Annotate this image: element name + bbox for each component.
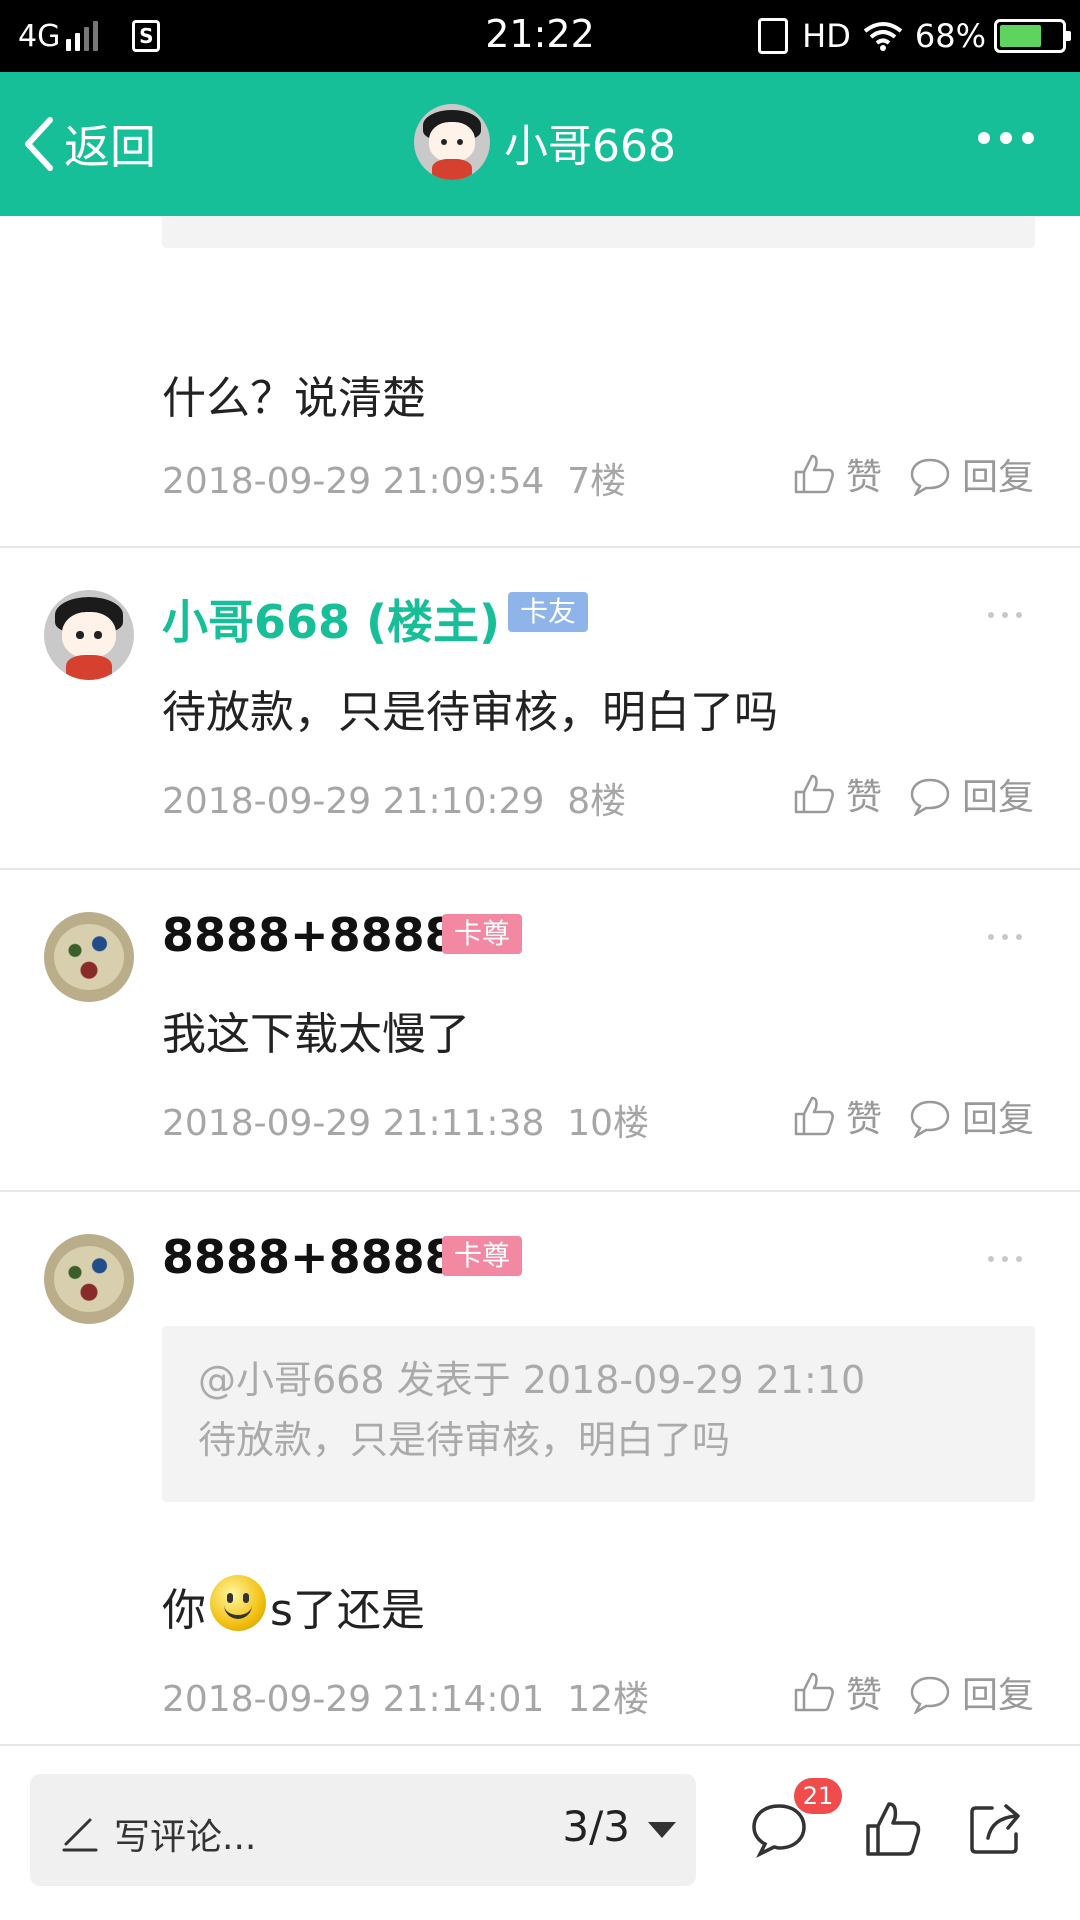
- comment-item: 8888+8888 卡尊 我这下载太慢了 2018-09-29 21:11:38…: [0, 870, 1080, 1190]
- like-button[interactable]: 赞: [792, 1666, 882, 1718]
- battery-icon: [994, 19, 1071, 53]
- like-button[interactable]: 赞: [792, 768, 882, 820]
- comment-input[interactable]: 写评论... 3/3: [30, 1774, 696, 1886]
- comment-meta: 2018-09-29 21:11:38 10楼: [162, 1094, 649, 1146]
- header-user[interactable]: 小哥668: [414, 104, 676, 180]
- commenter-name[interactable]: 8888+8888: [162, 908, 457, 962]
- commenter-avatar[interactable]: [44, 590, 134, 680]
- status-bar: 4G S 21:22 HD 68%: [0, 0, 1080, 72]
- reply-button[interactable]: 回复: [908, 448, 1034, 500]
- vibrate-icon: [758, 18, 789, 54]
- wifi-icon: [863, 22, 903, 51]
- share-icon[interactable]: [966, 1798, 1028, 1860]
- user-level-badge: 卡尊: [442, 914, 523, 954]
- user-level-badge: 卡友: [508, 592, 589, 632]
- commenter-avatar[interactable]: [44, 912, 134, 1002]
- reply-label: 回复: [961, 777, 1034, 818]
- floor-number: 7楼: [567, 461, 627, 502]
- timestamp: 2018-09-29 21:10:29: [162, 781, 545, 822]
- thumb-up-icon: [794, 454, 834, 494]
- timestamp: 2018-09-29 21:14:01: [162, 1679, 545, 1720]
- comment-text-part: s了还是: [270, 1585, 425, 1636]
- speech-bubble-icon: [910, 1676, 950, 1714]
- hd-label: HD: [802, 17, 851, 55]
- comment-text: 你 s了还是: [162, 1574, 425, 1638]
- comment-count-badge: 21: [794, 1778, 842, 1814]
- like-button[interactable]: 赞: [792, 1090, 882, 1142]
- thumb-up-icon[interactable]: [862, 1798, 924, 1860]
- floor-number: 8楼: [567, 781, 627, 822]
- reply-label: 回复: [961, 457, 1034, 498]
- battery-percent: 68%: [914, 17, 986, 55]
- floor-number: 12楼: [567, 1679, 650, 1720]
- comment-meta: 2018-09-29 21:10:29 8楼: [162, 772, 626, 824]
- comment-text: 我这下载太慢了: [162, 1009, 470, 1060]
- like-label: 赞: [845, 1099, 882, 1140]
- comment-item: 小哥668 (楼主) 卡友 待放款，只是待审核，明白了吗 2018-09-29 …: [0, 548, 1080, 868]
- comment-text: 待放款，只是待审核，明白了吗: [162, 687, 778, 738]
- like-button[interactable]: 赞: [792, 448, 882, 500]
- quote-text: 待放款，只是待审核，明白了吗: [198, 1418, 731, 1462]
- timestamp: 2018-09-29 21:11:38: [162, 1103, 545, 1144]
- page-indicator[interactable]: 3/3: [562, 1802, 630, 1851]
- timestamp: 2018-09-29 21:09:54: [162, 461, 545, 502]
- comment-item: 什么？说清楚 2018-09-29 21:09:54 7楼 赞 回复: [0, 216, 1080, 546]
- comment-actions: 赞 回复: [766, 1090, 1034, 1142]
- reply-label: 回复: [961, 1099, 1034, 1140]
- reply-button[interactable]: 回复: [908, 1666, 1034, 1718]
- header-avatar: [414, 104, 490, 180]
- speech-bubble-icon: [910, 458, 950, 496]
- comment-actions: 赞 回复: [766, 448, 1034, 500]
- commenter-name[interactable]: 8888+8888: [162, 1230, 457, 1284]
- back-button[interactable]: 返回: [20, 108, 156, 180]
- back-label: 返回: [64, 120, 156, 174]
- floor-number: 10楼: [567, 1103, 650, 1144]
- smiley-emoji: [210, 1575, 266, 1631]
- top-nav-bar: 返回 小哥668: [0, 72, 1080, 216]
- user-level-badge: 卡尊: [442, 1236, 523, 1276]
- quoted-comment[interactable]: @小哥668 发表于 2018-09-29 21:10 待放款，只是待审核，明白…: [162, 1326, 1035, 1502]
- post-more-icon[interactable]: [988, 1256, 1022, 1262]
- post-more-icon[interactable]: [988, 934, 1022, 940]
- comment-placeholder: 写评论...: [114, 1817, 257, 1858]
- like-label: 赞: [845, 777, 882, 818]
- dropdown-arrow-icon[interactable]: [648, 1822, 676, 1838]
- pencil-icon: [62, 1818, 98, 1852]
- comment-actions: 赞 回复: [766, 1666, 1034, 1718]
- comment-text-part: 你: [162, 1585, 206, 1636]
- reply-button[interactable]: 回复: [908, 1090, 1034, 1142]
- status-right: HD 68%: [758, 14, 1071, 58]
- reply-button[interactable]: 回复: [908, 768, 1034, 820]
- like-label: 赞: [845, 457, 882, 498]
- comment-meta: 2018-09-29 21:09:54 7楼: [162, 452, 626, 504]
- quote-header: @小哥668 发表于 2018-09-29 21:10: [198, 1358, 866, 1402]
- comment-list[interactable]: 什么？说清楚 2018-09-29 21:09:54 7楼 赞 回复 小哥668…: [0, 216, 1080, 1744]
- like-label: 赞: [845, 1675, 882, 1716]
- back-chevron-icon: [25, 117, 53, 171]
- comment-actions: 赞 回复: [766, 768, 1034, 820]
- header-title: 小哥668: [504, 121, 676, 172]
- thumb-up-icon: [794, 774, 834, 814]
- speech-bubble-icon: [910, 778, 950, 816]
- commenter-name[interactable]: 小哥668 (楼主): [162, 586, 500, 652]
- more-icon[interactable]: [978, 132, 1034, 144]
- thumb-up-icon: [794, 1096, 834, 1136]
- commenter-avatar[interactable]: [44, 1234, 134, 1324]
- thumb-up-icon: [794, 1672, 834, 1712]
- comment-text: 什么？说清楚: [162, 373, 426, 424]
- speech-bubble-icon: [910, 1100, 950, 1138]
- bottom-bar: 写评论... 3/3 21: [0, 1744, 1080, 1920]
- comment-item: 8888+8888 卡尊 @小哥668 发表于 2018-09-29 21:10…: [0, 1192, 1080, 1744]
- reply-label: 回复: [961, 1675, 1034, 1716]
- comment-meta: 2018-09-29 21:14:01 12楼: [162, 1670, 649, 1722]
- post-more-icon[interactable]: [988, 612, 1022, 618]
